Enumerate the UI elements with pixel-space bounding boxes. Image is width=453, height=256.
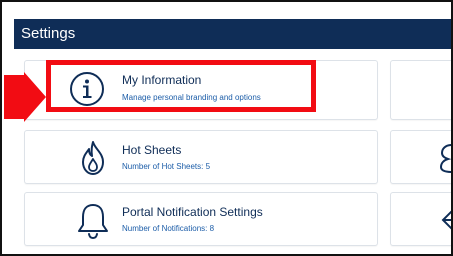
card-subtitle: Number of Notifications: 8 — [122, 224, 215, 233]
partial-icon — [441, 210, 451, 230]
card-subtitle: Manage personal branding and options — [122, 93, 261, 102]
card-title: My Information — [122, 73, 202, 87]
card-title: Portal Notification Settings — [122, 205, 263, 219]
card-right-2[interactable] — [390, 130, 451, 184]
bell-icon — [78, 204, 108, 240]
card-right-3[interactable] — [390, 192, 451, 246]
my-information-card[interactable]: My Information Manage personal branding … — [24, 60, 378, 120]
info-circle-icon — [70, 72, 104, 106]
card-subtitle: Number of Hot Sheets: 5 — [122, 162, 211, 171]
portal-notification-settings-card[interactable]: Portal Notification Settings Number of N… — [24, 192, 378, 246]
settings-header: Settings — [14, 19, 451, 49]
hot-sheets-card[interactable]: Hot Sheets Number of Hot Sheets: 5 — [24, 130, 378, 184]
settings-screenshot: Settings My Information Manage personal … — [0, 0, 453, 256]
card-right-1[interactable] — [390, 60, 451, 120]
page-title: Settings — [21, 25, 76, 42]
card-title: Hot Sheets — [122, 143, 182, 157]
partial-icon — [439, 144, 451, 173]
flame-icon — [82, 141, 104, 175]
